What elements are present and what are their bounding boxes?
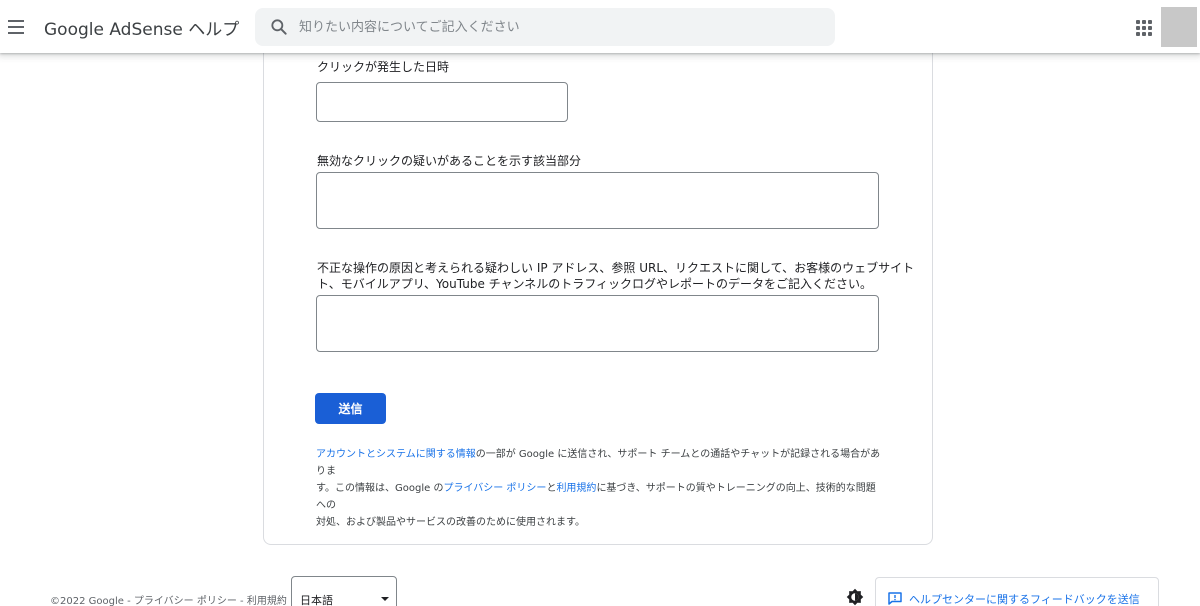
invalid-click-part-label: 無効なクリックの疑いがあることを示す該当部分	[317, 154, 582, 168]
notice-text-5: 対処、および製品やサービスの改善のために使用されます。	[316, 517, 585, 528]
footer-links: ©2022 Google - プライバシー ポリシー - 利用規約	[50, 592, 287, 606]
top-app-bar: Google AdSense ヘルプ	[0, 0, 1200, 53]
notice-text-3: と	[546, 483, 557, 494]
suspicious-data-label-line2: ト、モバイルアプリ、YouTube チャンネルのトラフィックログやレポートのデー…	[317, 277, 873, 291]
app-title[interactable]: Google AdSense ヘルプ	[44, 15, 239, 40]
search-box[interactable]	[255, 8, 835, 46]
search-icon[interactable]	[269, 17, 289, 37]
account-avatar[interactable]	[1161, 7, 1197, 47]
privacy-policy-link[interactable]: プライバシー ポリシー	[443, 483, 546, 494]
notice-text-2: す。この情報は、Google の	[316, 483, 444, 494]
footer-privacy-link[interactable]: プライバシー ポリシー	[134, 596, 237, 606]
google-apps-icon[interactable]	[1136, 20, 1152, 36]
language-selected-value: 日本語	[300, 594, 333, 606]
footer-separator: -	[123, 596, 134, 606]
copyright-text: ©2022 Google	[50, 596, 124, 606]
invalid-click-part-textarea[interactable]	[316, 172, 879, 229]
feedback-icon	[888, 592, 902, 605]
language-select[interactable]: 日本語	[291, 576, 397, 606]
feedback-label: ヘルプセンターに関するフィードバックを送信	[909, 593, 1140, 606]
suspicious-data-label-line1: 不正な操作の原因と考えられる疑わしい IP アドレス、参照 URL、リクエストに…	[317, 261, 915, 275]
click-datetime-input[interactable]	[316, 82, 568, 122]
data-usage-notice: アカウントとシステムに関する情報の一部が Google に送信され、サポート チ…	[316, 446, 882, 531]
brightness-icon[interactable]	[846, 588, 864, 606]
footer-terms-link[interactable]: 利用規約	[247, 596, 287, 606]
feedback-button[interactable]: ヘルプセンターに関するフィードバックを送信	[875, 577, 1159, 606]
terms-link[interactable]: 利用規約	[556, 483, 596, 494]
submit-button[interactable]: 送信	[315, 393, 386, 424]
click-datetime-label: クリックが発生した日時	[317, 60, 450, 74]
hamburger-menu-icon[interactable]	[4, 12, 28, 42]
caret-down-icon	[381, 597, 389, 601]
account-info-link[interactable]: アカウントとシステムに関する情報	[316, 449, 476, 460]
suspicious-data-textarea[interactable]	[316, 295, 879, 352]
footer-separator: -	[236, 596, 247, 606]
search-input[interactable]	[299, 8, 819, 46]
